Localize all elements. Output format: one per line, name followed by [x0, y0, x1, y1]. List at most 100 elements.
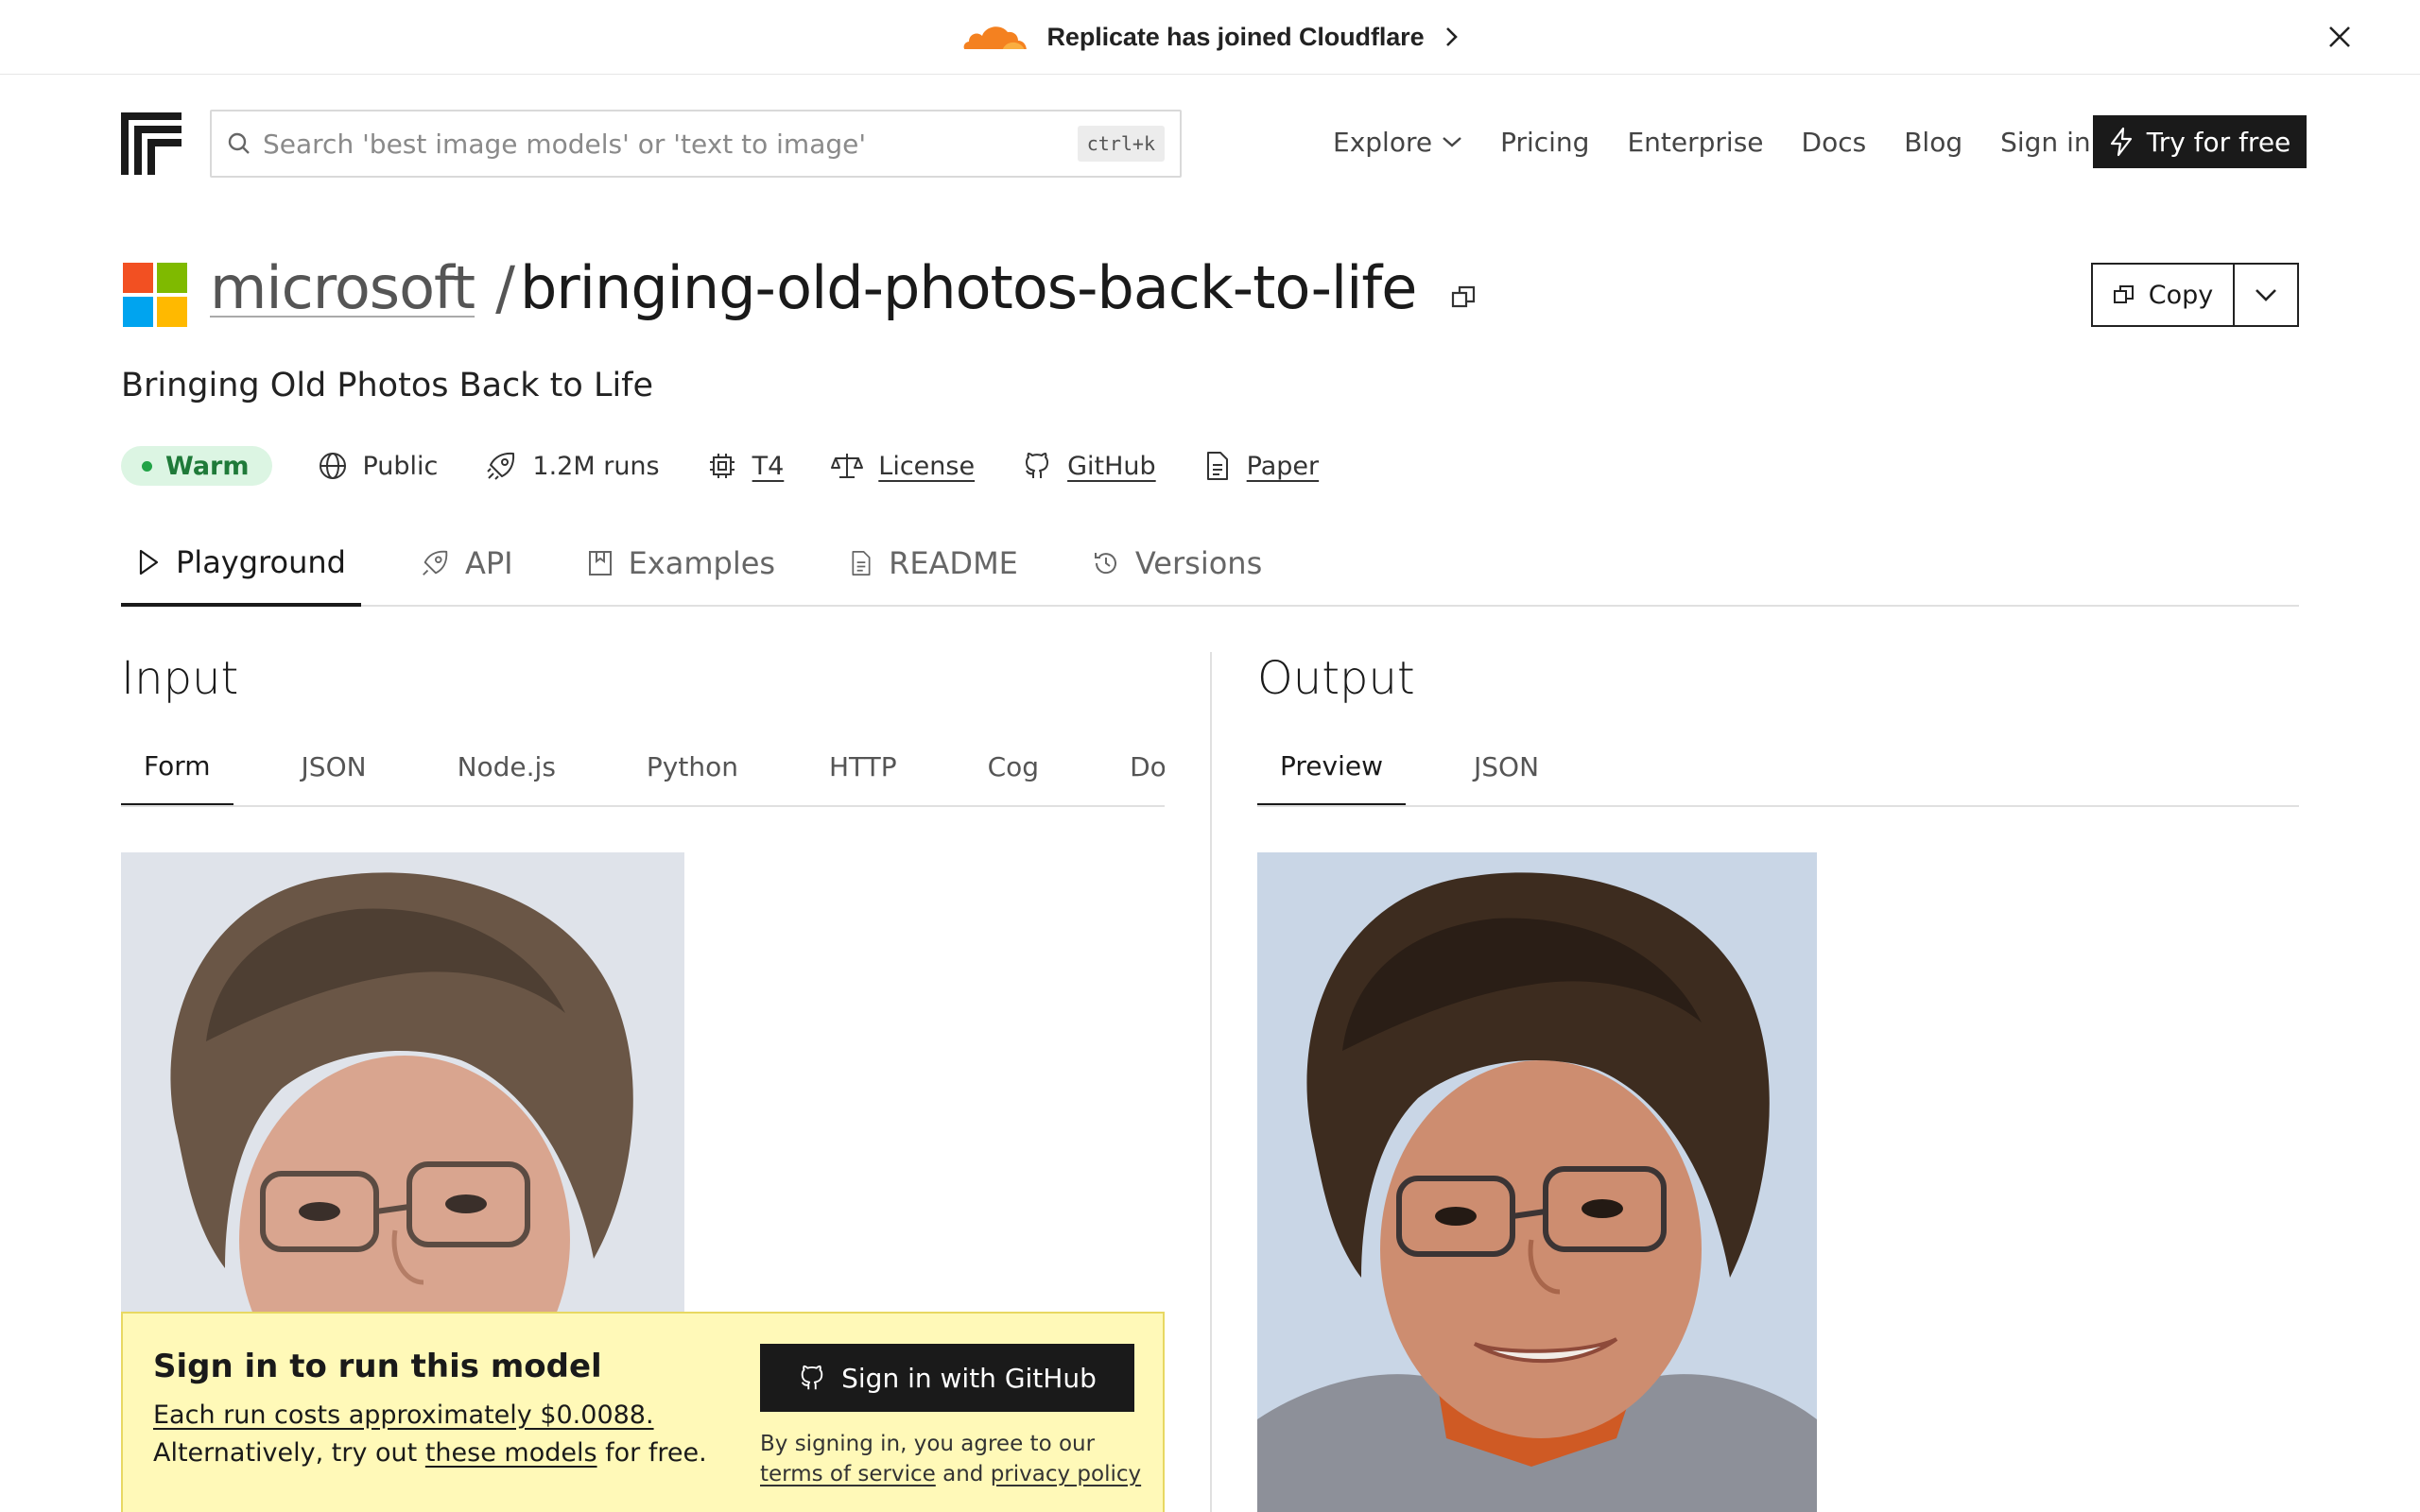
hardware-link[interactable]: T4: [707, 451, 785, 481]
input-tab-docker[interactable]: Doc: [1107, 728, 1165, 805]
chevron-down-icon: [2256, 289, 2276, 301]
github-link[interactable]: GitHub: [1022, 451, 1156, 481]
chevron-down-icon: [1443, 137, 1461, 147]
tab-readme[interactable]: README: [834, 522, 1033, 605]
run-count: 1.2M runs: [485, 450, 660, 482]
nav-blog[interactable]: Blog: [1904, 127, 1962, 158]
terms-of-service-link[interactable]: terms of service: [760, 1462, 936, 1486]
try-for-free-button[interactable]: Try for free: [2093, 115, 2307, 168]
tab-playground[interactable]: Playground: [121, 522, 361, 607]
tab-readme-label: README: [889, 545, 1018, 581]
panel-divider: [1210, 652, 1212, 1512]
document-icon: [852, 551, 871, 576]
tab-versions-label: Versions: [1134, 545, 1263, 581]
hardware-label: T4: [752, 451, 785, 481]
sign-in-github-button[interactable]: Sign in with GitHub: [760, 1344, 1134, 1412]
search-input[interactable]: [263, 128, 1078, 160]
copy-button[interactable]: Copy: [2093, 265, 2235, 325]
tab-versions[interactable]: Versions: [1077, 522, 1277, 605]
nav-docs[interactable]: Docs: [1802, 127, 1867, 158]
logo-square-red: [123, 263, 153, 293]
model-name: bringing-old-photos-back-to-life: [519, 253, 1417, 322]
search-shortcut-hint: ctrl+k: [1077, 126, 1165, 162]
rocket-icon: [423, 550, 448, 576]
input-tab-form[interactable]: Form: [121, 728, 233, 805]
free-models-text: Alternatively, try out these models for …: [153, 1438, 707, 1468]
logo-square-yellow: [157, 297, 187, 327]
input-tab-python[interactable]: Python: [624, 728, 761, 805]
copy-label: Copy: [2148, 280, 2214, 310]
legal-notice: By signing in, you agree to our terms of…: [760, 1429, 1141, 1489]
output-image-preview: [1257, 852, 1817, 1512]
visibility: Public: [318, 451, 439, 481]
replicate-logo[interactable]: [121, 112, 182, 175]
github-icon: [1026, 453, 1049, 478]
top-nav: ctrl+k Explore Pricing Enterprise Docs B…: [0, 75, 2420, 207]
input-tab-cog[interactable]: Cog: [965, 728, 1062, 805]
license-link[interactable]: License: [831, 451, 975, 481]
github-label: GitHub: [1067, 451, 1156, 481]
status-label: Warm: [165, 451, 250, 481]
alt-prefix: Alternatively, try out: [153, 1438, 418, 1468]
nav-explore-label: Explore: [1333, 126, 1433, 158]
nav-explore[interactable]: Explore: [1333, 127, 1462, 158]
status-badge: Warm: [121, 446, 272, 486]
rocket-icon: [487, 452, 515, 480]
alt-suffix: for free.: [605, 1438, 707, 1468]
model-meta: Warm Public 1.2M runs T4 License GitHub …: [121, 444, 1366, 488]
tab-playground-label: Playground: [176, 544, 346, 580]
input-image-preview: [121, 852, 684, 1314]
paper-link[interactable]: Paper: [1203, 451, 1319, 481]
privacy-policy-link[interactable]: privacy policy: [991, 1462, 1141, 1486]
copy-model-name-icon[interactable]: [1450, 284, 1478, 312]
run-count-label: 1.2M runs: [532, 451, 660, 481]
model-description: Bringing Old Photos Back to Life: [121, 367, 654, 404]
paper-label: Paper: [1246, 451, 1320, 481]
sign-in-title: Sign in to run this model: [153, 1348, 602, 1385]
nav-sign-in[interactable]: Sign in: [2000, 127, 2091, 158]
play-icon: [139, 549, 159, 576]
model-title: microsoft / bringing-old-photos-back-to-…: [210, 253, 1417, 322]
nav-enterprise[interactable]: Enterprise: [1627, 127, 1763, 158]
microsoft-logo: [123, 263, 187, 327]
input-tab-http[interactable]: HTTP: [806, 728, 920, 805]
output-tab-preview[interactable]: Preview: [1257, 728, 1406, 805]
license-label: License: [878, 451, 976, 481]
legal-prefix: By signing in, you agree to our: [760, 1432, 1096, 1456]
sign-in-github-label: Sign in with GitHub: [841, 1362, 1097, 1394]
scale-icon: [831, 454, 864, 478]
banner-link[interactable]: Replicate has joined Cloudflare: [960, 20, 1461, 54]
input-tab-nodejs[interactable]: Node.js: [435, 728, 579, 805]
close-banner-button[interactable]: [2324, 21, 2356, 53]
announcement-banner: Replicate has joined Cloudflare: [0, 0, 2420, 75]
copy-button-group: Copy: [2091, 263, 2299, 327]
model-owner-link[interactable]: microsoft: [210, 253, 475, 322]
input-title: Input: [121, 652, 239, 705]
visibility-label: Public: [362, 451, 439, 481]
output-tab-json[interactable]: JSON: [1451, 728, 1562, 805]
tab-api[interactable]: API: [405, 522, 528, 605]
tab-api-label: API: [464, 545, 513, 581]
nav-links: Explore Pricing Enterprise Docs Blog Sig…: [1333, 114, 2129, 169]
free-models-link[interactable]: these models: [425, 1438, 597, 1468]
nav-pricing[interactable]: Pricing: [1500, 127, 1589, 158]
history-icon: [1094, 553, 1116, 575]
copy-options-dropdown[interactable]: [2235, 265, 2297, 325]
run-cost-link[interactable]: Each run costs approximately $0.0088.: [153, 1400, 654, 1430]
search-box: ctrl+k: [210, 110, 1182, 178]
model-tabs: Playground API Examples README Versions: [121, 522, 2299, 607]
input-tab-json[interactable]: JSON: [279, 728, 389, 805]
document-icon: [1206, 452, 1228, 480]
search-icon: [228, 132, 250, 154]
logo-square-blue: [123, 297, 153, 327]
legal-and: and: [942, 1462, 984, 1486]
chip-icon: [709, 454, 735, 478]
bookmark-icon: [588, 551, 612, 576]
globe-icon: [319, 453, 346, 479]
title-separator: /: [495, 253, 515, 322]
tab-examples-label: Examples: [628, 545, 776, 581]
github-icon: [801, 1365, 823, 1390]
tab-examples[interactable]: Examples: [572, 522, 791, 605]
sign-in-prompt: Sign in to run this model Each run costs…: [121, 1312, 1165, 1512]
input-format-tabs: Form JSON Node.js Python HTTP Cog Doc: [121, 728, 1165, 807]
